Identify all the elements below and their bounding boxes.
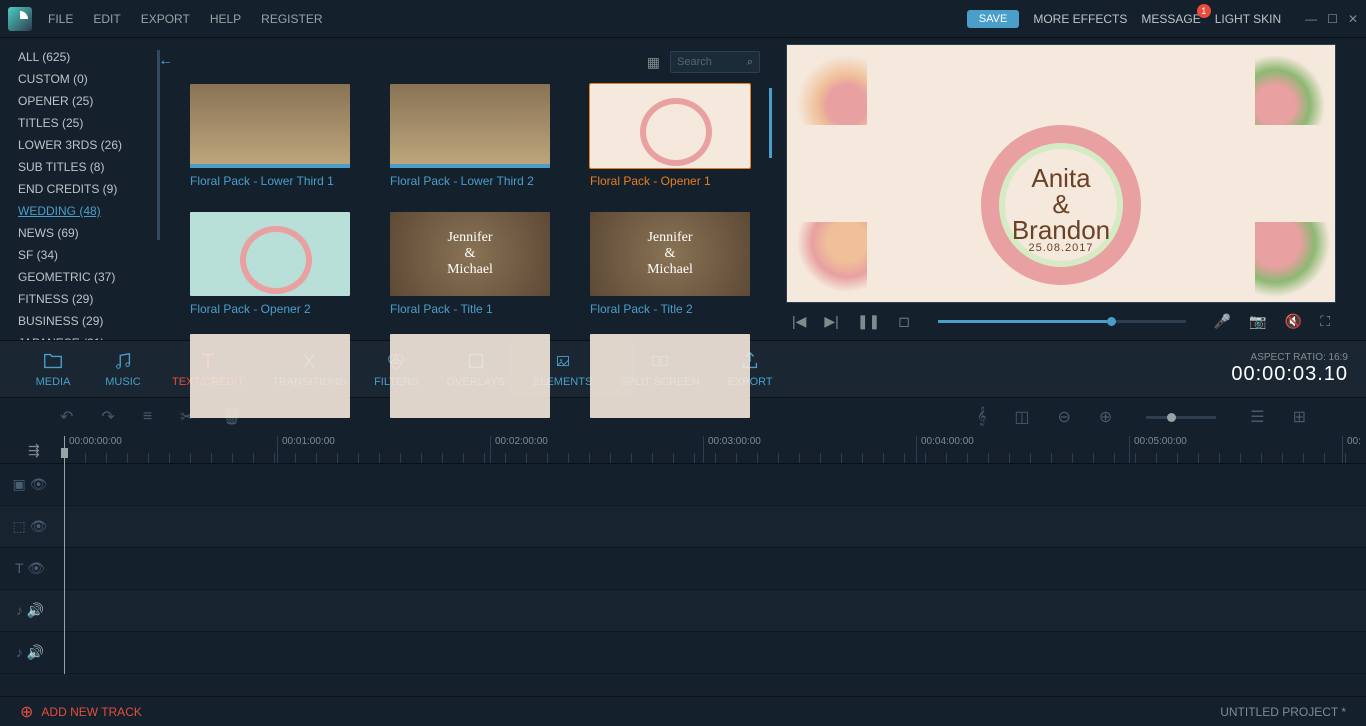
sidebar-item[interactable]: BUSINESS (29)	[18, 314, 170, 328]
text-track[interactable]	[60, 548, 1366, 589]
menu-register[interactable]: REGISTER	[261, 12, 322, 26]
audio2-track[interactable]	[60, 632, 1366, 673]
text-track-head[interactable]: T 👁	[0, 548, 60, 589]
sidebar-item[interactable]: JAPANESE (31)	[18, 336, 170, 340]
template-thumb[interactable]: Floral Pack - Lower Third 2	[390, 84, 550, 188]
mixer-icon[interactable]: 𝄞	[977, 408, 986, 426]
preview-panel: Anita & Brandon 25.08.2017 |◀ ▶| ❚❚ ◻ 🎤 …	[780, 38, 1366, 340]
sidebar-item[interactable]: WEDDING (48)	[18, 204, 170, 218]
footer: ⊕ ADD NEW TRACK UNTITLED PROJECT *	[0, 696, 1366, 726]
menubar: FILE EDIT EXPORT HELP REGISTER SAVE MORE EFF…	[0, 0, 1366, 38]
preview-amp: &	[787, 191, 1335, 217]
message-link[interactable]: MESSAGE	[1141, 12, 1200, 26]
sidebar-item[interactable]: END CREDITS (9)	[18, 182, 170, 196]
audio2-track-head[interactable]: ♪ 🔊	[0, 632, 60, 673]
aspect-ratio-label: ASPECT RATIO: 16:9	[1231, 352, 1348, 363]
sidebar-item[interactable]: SF (34)	[18, 248, 170, 262]
preview-name1: Anita	[787, 165, 1335, 191]
video-track[interactable]	[60, 464, 1366, 505]
zoom-slider[interactable]	[1146, 416, 1216, 419]
project-name: UNTITLED PROJECT *	[1220, 705, 1346, 719]
video-track-head[interactable]: ▣ 👁	[0, 464, 60, 505]
sidebar-item[interactable]: OPENER (25)	[18, 94, 170, 108]
menu-help[interactable]: HELP	[210, 12, 241, 26]
stop-button[interactable]: ◻	[898, 313, 910, 330]
edit-button[interactable]: ≡	[143, 408, 152, 426]
sidebar-item[interactable]: CUSTOM (0)	[18, 72, 170, 86]
template-grid: ▦ Search⌕ Floral Pack - Lower Third 1 Flo…	[170, 38, 780, 340]
template-thumb[interactable]: Floral Pack - Title 2	[590, 212, 750, 316]
thumb-label: Floral Pack - Lower Third 2	[390, 174, 550, 188]
sidebar-item[interactable]: ALL (625)	[18, 50, 170, 64]
maximize-button[interactable]: ☐	[1327, 12, 1338, 26]
light-skin-toggle[interactable]: LIGHT SKIN	[1215, 12, 1281, 26]
thumb-label: Floral Pack - Opener 1	[590, 174, 750, 188]
sidebar-item[interactable]: TITLES (25)	[18, 116, 170, 130]
progress-bar[interactable]	[938, 320, 1186, 323]
menu-export[interactable]: EXPORT	[141, 12, 190, 26]
add-track-button[interactable]: ⊕ ADD NEW TRACK	[20, 702, 142, 722]
template-thumb[interactable]: Floral Pack - Title 1	[390, 212, 550, 316]
menu-file[interactable]: FILE	[48, 12, 73, 26]
thumb-label: Floral Pack - Title 2	[590, 302, 750, 316]
timecode: 00:00:03.10	[1231, 363, 1348, 386]
thumb-label: Floral Pack - Opener 2	[190, 302, 350, 316]
search-icon: ⌕	[747, 56, 753, 69]
app-logo	[8, 7, 32, 31]
grid-view-icon[interactable]: ▦	[647, 54, 660, 71]
sidebar-item[interactable]: SUB TITLES (8)	[18, 160, 170, 174]
template-thumb[interactable]: Floral Pack - Opener 2	[190, 212, 350, 316]
close-button[interactable]: ✕	[1348, 12, 1358, 26]
playhead[interactable]	[64, 436, 65, 674]
grid-snap-icon[interactable]: ⊞	[1293, 407, 1306, 427]
zoom-in-button[interactable]: ⊕	[1099, 407, 1112, 427]
pip-track[interactable]	[60, 506, 1366, 547]
tab-media[interactable]: MEDIA	[18, 350, 88, 388]
thumb-label: Floral Pack - Lower Third 1	[190, 174, 350, 188]
save-button[interactable]: SAVE	[967, 10, 1020, 28]
template-thumb[interactable]: Floral Pack - Opener 1	[590, 84, 750, 188]
marker-icon[interactable]: ◫	[1014, 407, 1029, 427]
audio-track[interactable]	[60, 590, 1366, 631]
folder-icon	[42, 350, 64, 372]
list-view-icon[interactable]: ☰	[1250, 407, 1264, 427]
sidebar-item[interactable]: FITNESS (29)	[18, 292, 170, 306]
main-menu: FILE EDIT EXPORT HELP REGISTER	[48, 12, 323, 26]
preview-canvas: Anita & Brandon 25.08.2017	[786, 44, 1336, 303]
template-thumb[interactable]: Floral Pack - Lower Third 1	[190, 84, 350, 188]
mic-icon[interactable]: 🎤	[1214, 313, 1231, 330]
menu-edit[interactable]: EDIT	[93, 12, 120, 26]
timeline: ⇶ 00:00:00:0000:01:00:0000:02:00:0000:03…	[0, 436, 1366, 674]
ruler-head-icon: ⇶	[28, 442, 40, 459]
pip-track-head[interactable]: ⬚ 👁	[0, 506, 60, 547]
search-input[interactable]: Search⌕	[670, 51, 760, 73]
redo-button[interactable]: ↷	[101, 407, 114, 427]
minimize-button[interactable]: —	[1305, 12, 1317, 26]
more-effects-link[interactable]: MORE EFFECTS	[1033, 12, 1127, 26]
sidebar-item[interactable]: NEWS (69)	[18, 226, 170, 240]
preview-date: 25.08.2017	[787, 243, 1335, 254]
timeline-ruler[interactable]: ⇶ 00:00:00:0000:01:00:0000:02:00:0000:03…	[0, 436, 1366, 464]
sidebar-item[interactable]: GEOMETRIC (37)	[18, 270, 170, 284]
plus-icon: ⊕	[20, 702, 33, 722]
sidebar-scrollbar[interactable]	[157, 50, 160, 240]
tab-music[interactable]: MUSIC	[88, 350, 158, 388]
category-sidebar: ← ALL (625)CUSTOM (0)OPENER (25)TITLES (…	[0, 38, 170, 340]
preview-name2: Brandon	[787, 217, 1335, 243]
audio-track-head[interactable]: ♪ 🔊	[0, 590, 60, 631]
sidebar-item[interactable]: LOWER 3RDS (26)	[18, 138, 170, 152]
music-icon	[112, 350, 134, 372]
thumb-label: Floral Pack - Title 1	[390, 302, 550, 316]
zoom-out-button[interactable]: ⊖	[1057, 407, 1070, 427]
undo-button[interactable]: ↶	[60, 407, 73, 427]
